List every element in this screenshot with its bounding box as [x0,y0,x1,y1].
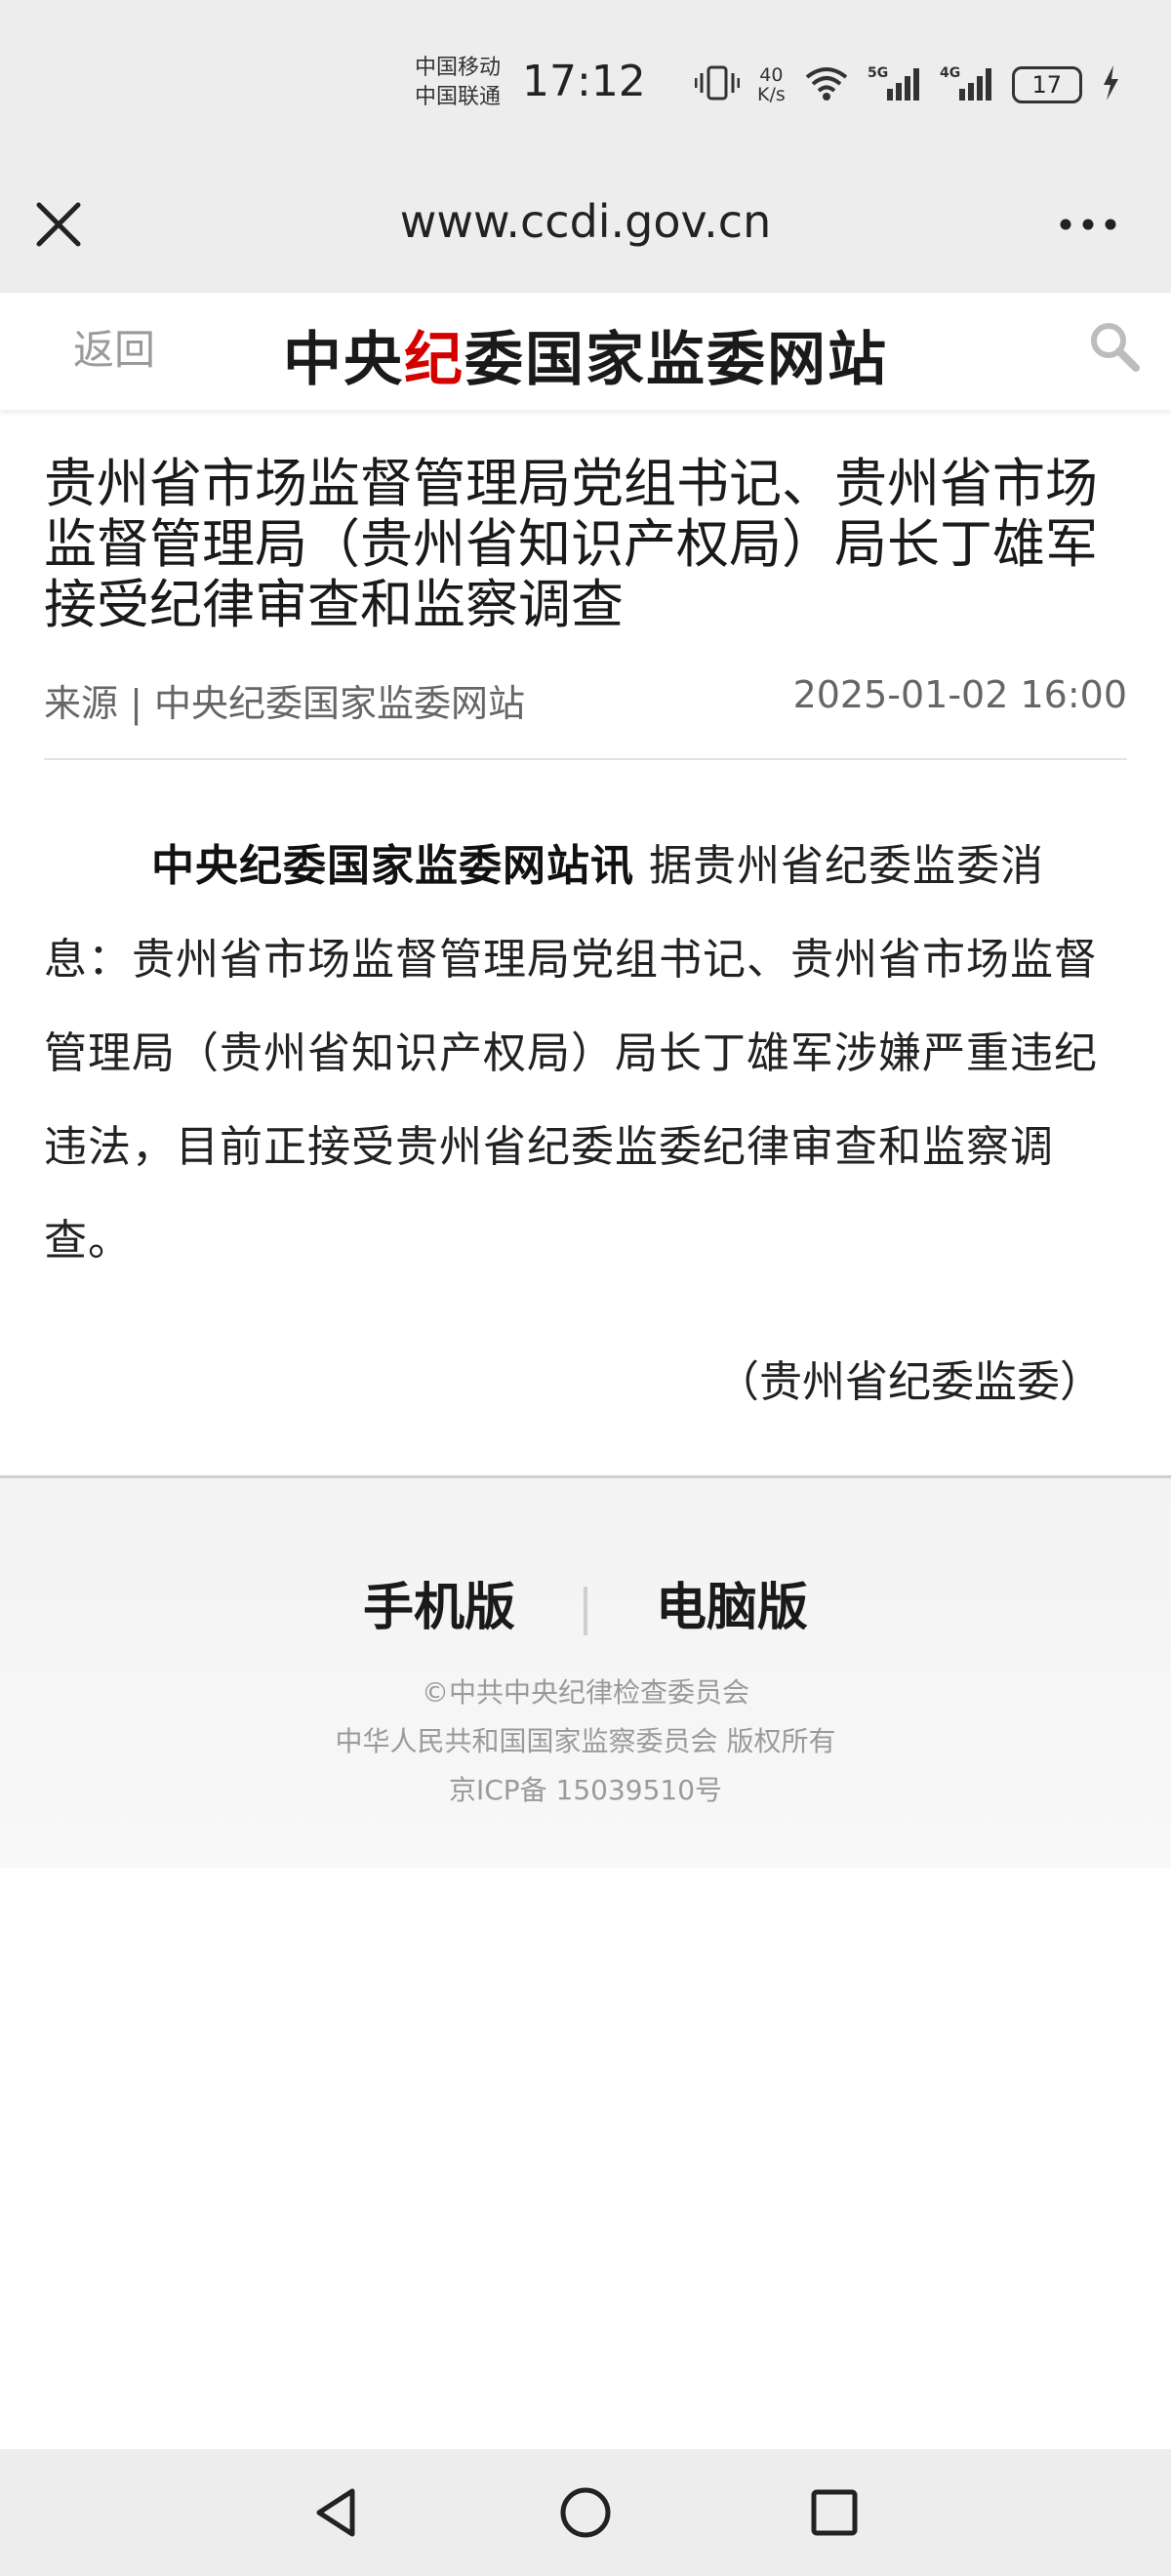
article-meta: 来源 | 中央纪委国家监委网站 2025-01-02 16:00 [44,673,1127,727]
logo-part-3: 委国家监委网站 [464,326,888,394]
battery-icon: 17 [1011,66,1082,103]
copyright-line-3: 京ICP备 15039510号 [448,1774,723,1806]
divider [44,758,1127,760]
footer-separator [584,1587,587,1635]
logo-part-1: 中央 [283,326,404,394]
article-text: 据贵州省纪委监委消息：贵州省市场监督管理局党组书记、贵州省市场监督管理局（贵州省… [44,841,1098,1266]
article-title: 贵州省市场监督管理局党组书记、贵州省市场监督管理局（贵州省知识产权局）局长丁雄军… [44,453,1098,635]
footer: 手机版 电脑版 ©中共中央纪律检查委员会 中华人民共和国国家监察委员会 版权所有 … [0,1475,1171,1869]
footer-links: 手机版 电脑版 [0,1566,1171,1639]
battery-level: 17 [1031,71,1063,99]
signal-5g-icon: 5G [868,63,922,106]
copyright-line-1: ©中共中央纪律检查委员会 [421,1676,749,1709]
status-time: 17:12 [522,57,646,106]
article-body: 中央纪委国家监委网站讯 据贵州省纪委监委消息：贵州省市场监督管理局党组书记、贵州… [44,820,1127,1288]
charging-icon [1100,63,1121,106]
home-circle-icon[interactable] [551,2478,620,2547]
logo-part-2: 纪 [404,326,464,394]
status-bar: 中国移动 中国联通 17:12 40 K/s 5G 4G 17 [0,0,1171,166]
browser-toolbar: www.ccdi.gov.cn [0,166,1171,293]
system-nav-bar [0,2449,1171,2576]
carrier-2: 中国联通 [415,85,502,109]
footer-copyright: ©中共中央纪律检查委员会 中华人民共和国国家监察委员会 版权所有 京ICP备 1… [0,1669,1171,1815]
browser-url[interactable]: www.ccdi.gov.cn [0,195,1171,248]
site-header: 返回 中央纪委国家监委网站 [0,293,1171,410]
copyright-line-2: 中华人民共和国国家监察委员会 版权所有 [335,1725,836,1757]
signal-4g-icon: 4G [940,63,994,106]
article-lead: 中央纪委国家监委网站讯 [151,841,634,891]
svg-text:4G: 4G [940,65,960,81]
recents-square-icon[interactable] [800,2478,868,2547]
carrier-1: 中国移动 [415,56,502,80]
vibrate-icon [694,63,741,106]
carrier-names: 中国移动 中国联通 [415,54,501,112]
search-icon[interactable] [1085,317,1144,376]
wifi-icon [803,63,850,106]
svg-text:5G: 5G [868,65,888,81]
desktop-version-link[interactable]: 电脑版 [656,1579,808,1637]
article-date: 2025-01-02 16:00 [792,673,1127,716]
net-speed: 40 K/s [757,65,786,104]
back-triangle-icon[interactable] [303,2478,371,2547]
status-icons: 40 K/s 5G 4G 17 [694,60,1121,109]
net-speed-value: 40 [759,64,784,86]
net-speed-unit: K/s [757,84,786,105]
mobile-version-link[interactable]: 手机版 [363,1579,515,1637]
article-signature: （贵州省纪委监委） [716,1357,1103,1407]
site-logo[interactable]: 中央纪委国家监委网站 [0,312,1171,397]
more-icon[interactable] [1054,195,1122,254]
article-source: 来源 | 中央纪委国家监委网站 [44,682,525,725]
